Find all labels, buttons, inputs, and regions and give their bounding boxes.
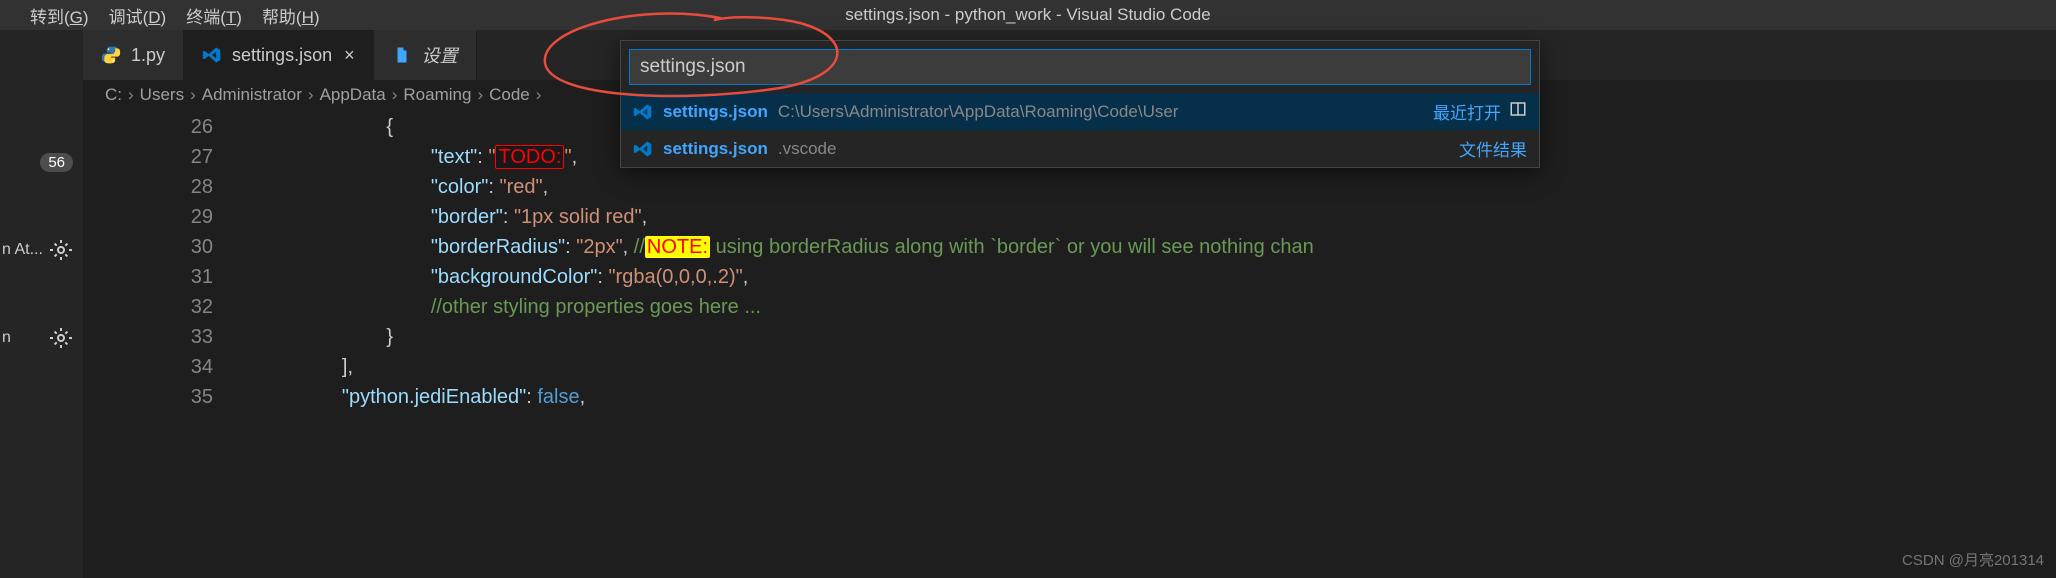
- vscode-icon: [633, 102, 653, 122]
- code-line[interactable]: 32 //other styling properties goes here …: [83, 292, 2056, 322]
- line-number: 31: [83, 262, 253, 292]
- sidebar-label: n At...: [2, 241, 62, 259]
- line-number: 32: [83, 292, 253, 322]
- menu-item[interactable]: 调试(D): [99, 3, 177, 28]
- quick-open-item[interactable]: settings.json .vscode文件结果: [621, 130, 1539, 167]
- breadcrumb-item[interactable]: AppData: [316, 85, 390, 105]
- vscode-icon: [202, 45, 222, 65]
- quick-open-path: C:\Users\Administrator\AppData\Roaming\C…: [778, 102, 1433, 122]
- sidebar-row-scm[interactable]: 56: [0, 140, 83, 184]
- menu-item[interactable]: 转到(G): [20, 3, 99, 28]
- breadcrumb-item[interactable]: Roaming: [399, 85, 475, 105]
- file-icon: [392, 45, 412, 65]
- line-content[interactable]: "borderRadius": "2px", //NOTE: using bor…: [253, 232, 1314, 262]
- quick-open-panel: settings.json C:\Users\Administrator\AppD…: [620, 40, 1540, 168]
- quick-open-name: settings.json: [663, 102, 768, 122]
- code-line[interactable]: 34 ],: [83, 352, 2056, 382]
- sidebar-row[interactable]: [0, 272, 83, 316]
- scm-badge: 56: [40, 153, 73, 172]
- window-title: settings.json - python_work - Visual Stu…: [845, 5, 1210, 25]
- line-number: 26: [83, 112, 253, 142]
- line-content[interactable]: }: [253, 322, 393, 352]
- sidebar-row[interactable]: [0, 52, 83, 96]
- menubar: 转到(G)调试(D)终端(T)帮助(H) settings.json - pyt…: [0, 0, 2056, 30]
- line-number: 27: [83, 142, 253, 172]
- menu-item[interactable]: 终端(T): [176, 3, 252, 28]
- chevron-right-icon: ›: [390, 85, 400, 105]
- code-line[interactable]: 31 "backgroundColor": "rgba(0,0,0,.2)",: [83, 262, 2056, 292]
- chevron-right-icon: ›: [534, 85, 544, 105]
- line-content[interactable]: ],: [253, 352, 353, 382]
- line-number: 28: [83, 172, 253, 202]
- line-number: 33: [83, 322, 253, 352]
- sidebar: 56 n At... n: [0, 30, 83, 578]
- vscode-icon: [633, 139, 653, 159]
- close-icon[interactable]: ×: [344, 45, 355, 66]
- code-editor[interactable]: 26 {27 "text": "TODO:",28 "color": "red"…: [83, 110, 2056, 578]
- sidebar-row[interactable]: [0, 96, 83, 140]
- chevron-right-icon: ›: [475, 85, 485, 105]
- watermark: CSDN @月亮201314: [1902, 549, 2044, 570]
- quick-open-name: settings.json: [663, 139, 768, 159]
- code-line[interactable]: 33 }: [83, 322, 2056, 352]
- quick-open-hint: 文件结果: [1459, 136, 1527, 161]
- sidebar-row[interactable]: n At...: [0, 228, 83, 272]
- chevron-right-icon: ›: [126, 85, 136, 105]
- sidebar-row[interactable]: n: [0, 316, 83, 360]
- code-line[interactable]: 28 "color": "red",: [83, 172, 2056, 202]
- line-content[interactable]: {: [253, 112, 393, 142]
- split-editor-icon[interactable]: [1509, 100, 1527, 123]
- code-line[interactable]: 30 "borderRadius": "2px", //NOTE: using …: [83, 232, 2056, 262]
- quick-open-path: .vscode: [778, 139, 1459, 159]
- quick-open-hint: 最近打开: [1433, 99, 1501, 124]
- tab-label: 设置: [422, 42, 458, 68]
- line-number: 35: [83, 382, 253, 412]
- line-content[interactable]: //other styling properties goes here ...: [253, 292, 761, 322]
- tab-label: settings.json: [232, 45, 332, 66]
- sidebar-row[interactable]: [0, 184, 83, 228]
- line-content[interactable]: "border": "1px solid red",: [253, 202, 647, 232]
- python-icon: [101, 45, 121, 65]
- breadcrumb-item[interactable]: Code: [485, 85, 534, 105]
- breadcrumb-item[interactable]: Users: [136, 85, 188, 105]
- tab-设置[interactable]: 设置: [374, 30, 477, 80]
- quick-open-input[interactable]: [629, 49, 1531, 85]
- line-content[interactable]: "color": "red",: [253, 172, 548, 202]
- chevron-right-icon: ›: [306, 85, 316, 105]
- menu-item[interactable]: 帮助(H): [252, 3, 330, 28]
- tab-settings.json[interactable]: settings.json ×: [184, 30, 374, 80]
- line-content[interactable]: "python.jediEnabled": false,: [253, 382, 585, 412]
- line-number: 29: [83, 202, 253, 232]
- breadcrumb-item[interactable]: Administrator: [198, 85, 306, 105]
- code-line[interactable]: 29 "border": "1px solid red",: [83, 202, 2056, 232]
- line-content[interactable]: "text": "TODO:",: [253, 142, 577, 172]
- tab-label: 1.py: [131, 45, 165, 66]
- tab-1.py[interactable]: 1.py: [83, 30, 184, 80]
- line-content[interactable]: "backgroundColor": "rgba(0,0,0,.2)",: [253, 262, 748, 292]
- line-number: 34: [83, 352, 253, 382]
- line-number: 30: [83, 232, 253, 262]
- chevron-right-icon: ›: [188, 85, 198, 105]
- code-line[interactable]: 35 "python.jediEnabled": false,: [83, 382, 2056, 412]
- breadcrumb-item[interactable]: C:: [101, 85, 126, 105]
- sidebar-label: n: [2, 329, 62, 347]
- quick-open-item[interactable]: settings.json C:\Users\Administrator\AppD…: [621, 93, 1539, 130]
